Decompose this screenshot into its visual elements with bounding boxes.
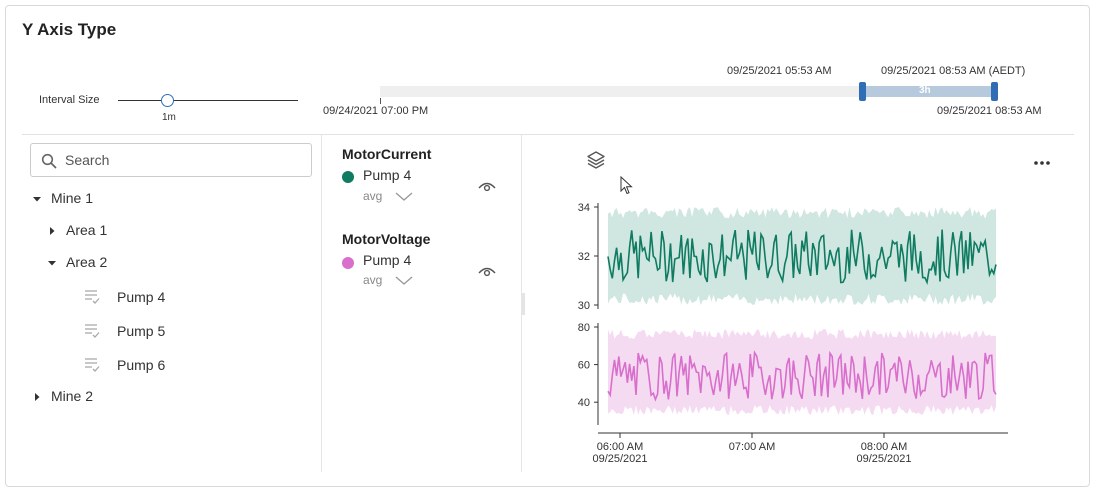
selection-duration: 3h: [919, 85, 931, 96]
caret-down-icon[interactable]: [32, 194, 42, 204]
caret-right-icon[interactable]: [32, 392, 42, 402]
tree-item-pump-4[interactable]: Pump 4: [117, 289, 165, 305]
x-tick-date-label: 09/25/2021: [856, 453, 911, 465]
x-axis: 06:00 AM09/25/202107:00 AM 08:00 AM09/25/…: [592, 432, 1008, 465]
cursor-icon: [620, 176, 633, 195]
selection-start-label: 09/25/2021 05:53 AM: [727, 65, 832, 77]
y-tick-label: 30: [578, 300, 590, 312]
motor-current-panel: 30 32 34: [578, 202, 997, 312]
selection-end-label: 09/25/2021 08:53 AM (AEDT): [881, 65, 1026, 77]
panel-resize-handle[interactable]: [522, 293, 525, 315]
eye-icon[interactable]: [478, 179, 496, 193]
interval-slider-track[interactable]: [118, 100, 298, 101]
tag-list-icon: [85, 290, 100, 304]
header-divider: [22, 134, 1074, 135]
search-icon: [41, 153, 57, 169]
x-tick-label: 07:00 AM: [729, 441, 775, 453]
search-input[interactable]: [65, 151, 305, 169]
interval-slider-thumb[interactable]: [161, 94, 174, 107]
x-tick-label: 08:00 AM: [861, 441, 907, 453]
tree-item-area-2[interactable]: Area 2: [66, 254, 107, 270]
selection-start-handle[interactable]: [859, 82, 866, 101]
series-color-dot: [342, 257, 354, 269]
search-box[interactable]: [30, 143, 312, 177]
y-tick-label: 34: [578, 202, 590, 214]
tree-item-mine-2[interactable]: Mine 2: [51, 388, 93, 404]
chevron-down-icon[interactable]: [394, 274, 414, 286]
timeline-start-tick: [380, 98, 381, 104]
interval-value: 1m: [162, 112, 176, 123]
y-tick-label: 40: [578, 397, 590, 409]
y-tick-label: 60: [578, 360, 590, 372]
aggregation-value[interactable]: avg: [363, 273, 382, 287]
range-band: [608, 207, 996, 305]
series-title-motor-voltage: MotorVoltage: [342, 231, 431, 247]
layers-icon[interactable]: [586, 150, 606, 170]
interval-size-label: Interval Size: [39, 94, 100, 106]
tag-list-icon: [85, 324, 100, 338]
x-tick-label: 06:00 AM: [597, 441, 643, 453]
line-chart[interactable]: 303234 406080 06:00 AM09/25/202107:00 AM…: [560, 195, 1020, 467]
motor-voltage-panel: 40 60 80: [578, 322, 997, 425]
series-color-dot: [342, 171, 354, 183]
y-tick-label: 32: [578, 251, 590, 263]
tree-item-pump-5[interactable]: Pump 5: [117, 323, 165, 339]
tree-item-area-1[interactable]: Area 1: [66, 222, 107, 238]
tag-list-icon: [85, 358, 100, 372]
series-label-pump-4: Pump 4: [363, 167, 412, 183]
chevron-down-icon[interactable]: [394, 190, 414, 202]
tree-item-pump-6[interactable]: Pump 6: [117, 357, 165, 373]
timeline-end-label: 09/25/2021 08:53 AM: [937, 105, 1042, 117]
timeline-start-label: 09/24/2021 07:00 PM: [323, 105, 429, 117]
y-tick-label: 80: [578, 322, 590, 334]
range-band: [608, 328, 996, 416]
eye-icon[interactable]: [478, 264, 496, 278]
tree-item-mine-1[interactable]: Mine 1: [51, 190, 93, 206]
page-title: Y Axis Type: [22, 20, 117, 39]
aggregation-value[interactable]: avg: [363, 189, 382, 203]
more-options-icon[interactable]: [1032, 155, 1052, 171]
series-title-motor-current: MotorCurrent: [342, 146, 432, 162]
selection-end-handle[interactable]: [991, 82, 998, 101]
caret-right-icon[interactable]: [47, 226, 57, 236]
tree-divider: [321, 135, 322, 472]
series-label-pump-4: Pump 4: [363, 252, 412, 268]
caret-down-icon[interactable]: [47, 258, 57, 268]
x-tick-date-label: 09/25/2021: [592, 453, 647, 465]
